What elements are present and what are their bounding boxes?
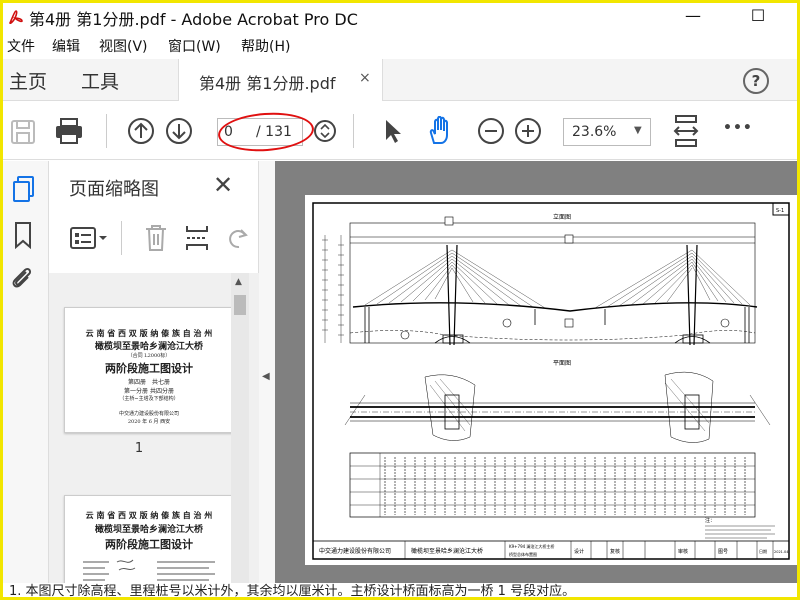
print-icon[interactable] (53, 116, 85, 146)
document-view[interactable]: 立面图 平面图 注： 中交通力建设股份有限公司 橄榄坝至景哈乡澜沧江大桥 K9+… (275, 161, 797, 597)
thumbnail-text: 云 南 省 西 双 版 纳 傣 族 自 治 州 (85, 510, 213, 520)
delete-page-icon[interactable] (143, 223, 169, 253)
page-thumbnails-icon[interactable] (11, 175, 37, 203)
app-window: 第4册 第1分册.pdf - Adobe Acrobat Pro DC — ☐ … (0, 0, 800, 600)
select-cursor-icon[interactable] (381, 116, 405, 146)
thumbnail-text: 2020 年 6 月 西安 (127, 419, 171, 425)
tab-bar: 主页 工具 第4册 第1分册.pdf × ? (3, 59, 797, 101)
maximize-button[interactable]: ☐ (738, 3, 778, 31)
scroll-up-icon[interactable]: ▲ (235, 277, 242, 287)
menu-help[interactable]: 帮助(H) (241, 36, 290, 56)
panel-toolbar (49, 211, 259, 267)
zoom-level-value[interactable]: 23.6% (572, 124, 616, 140)
bookmark-icon[interactable] (13, 221, 33, 249)
thumbnail-text: 两阶段施工图设计 (105, 362, 193, 375)
plan-label: 平面图 (553, 360, 571, 367)
date-value: 2021.04 (774, 550, 789, 554)
menu-bar: 文件 编辑 视图(V) 窗口(W) 帮助(H) (3, 33, 797, 57)
design-label: 设计 (574, 548, 584, 555)
title-bar: 第4册 第1分册.pdf - Adobe Acrobat Pro DC — ☐ (3, 3, 797, 31)
panel-separator (121, 221, 122, 255)
thumbnail-text: 两阶段施工图设计 (105, 538, 193, 551)
sheet-title-line2: 桥型总体布置图 (509, 551, 537, 557)
pdf-page: 立面图 平面图 注： 中交通力建设股份有限公司 橄榄坝至景哈乡澜沧江大桥 K9+… (305, 195, 797, 565)
company-name: 中交通力建设股份有限公司 (319, 547, 391, 555)
thumbnail-scrollbar[interactable]: ▲ ▼ (231, 273, 249, 597)
zoom-in-icon[interactable] (514, 116, 542, 146)
thumbnails-panel: 页面缩略图 ✕ 云 南 省 西 双 版 纳 傣 族 自 治 州 橄榄坝至景哈乡澜… (49, 161, 259, 597)
window-title: 第4册 第1分册.pdf - Adobe Acrobat Pro DC (29, 10, 358, 29)
toolbar: 0 / 131 23.6% ▼ ••• (3, 102, 797, 160)
minimize-button[interactable]: — (673, 3, 713, 31)
minimize-icon: — (685, 6, 701, 25)
zoom-level-field[interactable]: 23.6% ▼ (563, 118, 651, 146)
menu-window[interactable]: 窗口(W) (168, 36, 221, 56)
toolbar-separator (106, 114, 107, 148)
page-stepper-icon[interactable] (313, 116, 337, 146)
menu-view[interactable]: 视图(V) (99, 36, 148, 56)
more-tools-icon[interactable]: ••• (723, 120, 753, 150)
thumbnail-options-icon[interactable] (69, 225, 109, 251)
figure-number-label: 图号 (718, 549, 728, 555)
extract-page-icon[interactable] (183, 223, 211, 253)
thumbnail-list: 云 南 省 西 双 版 纳 傣 族 自 治 州 橄榄坝至景哈乡澜沧江大桥 （合同… (49, 273, 259, 597)
date-label: 日期 (759, 548, 767, 554)
navigation-rail (3, 161, 49, 597)
thumbnail-text: 第四册 共七册 (127, 379, 170, 386)
help-icon[interactable]: ? (743, 68, 769, 94)
previous-page-icon[interactable] (127, 116, 155, 146)
approve-label: 审核 (678, 548, 688, 555)
tab-tools[interactable]: 工具 (81, 67, 119, 94)
maximize-icon: ☐ (750, 6, 766, 25)
save-icon[interactable] (9, 116, 37, 146)
elevation-label: 立面图 (553, 213, 571, 221)
thumbnail-text: （合同 L2000标） (127, 353, 171, 359)
chevron-left-icon[interactable]: ◀ (262, 371, 270, 382)
project-name: 橄榄坝至景哈乡澜沧江大桥 (411, 547, 483, 555)
fit-page-icon[interactable] (671, 114, 701, 147)
thumbnail-text: 中交通力建设股份有限公司 (118, 411, 179, 417)
chevron-down-icon[interactable]: ▼ (634, 125, 642, 136)
zoom-out-icon[interactable] (477, 116, 505, 146)
tab-document[interactable]: 第4册 第1分册.pdf × (178, 59, 383, 101)
page-thumbnail[interactable]: 云 南 省 西 双 版 纳 傣 族 自 治 州 橄榄坝至景哈乡澜沧江大桥 （合同… (64, 307, 234, 433)
thumbnail-text: （主桥~主塔及下部结构） (119, 396, 179, 402)
menu-edit[interactable]: 编辑 (52, 36, 80, 56)
sheet-title-line1: K9+794 澜沧江大桥主桥 (509, 543, 554, 549)
attachment-icon[interactable] (9, 265, 35, 293)
thumbnail-text: 云 南 省 西 双 版 纳 傣 族 自 治 州 (85, 328, 213, 338)
engineering-drawing: 立面图 平面图 注： 中交通力建设股份有限公司 橄榄坝至景哈乡澜沧江大桥 K9+… (312, 202, 790, 560)
acrobat-app-icon (7, 8, 25, 26)
collapse-panel-handle[interactable]: ◀ (259, 161, 275, 597)
review-label: 复核 (610, 548, 620, 555)
hand-tool-icon[interactable] (425, 116, 455, 146)
thumbnail-page-number: 1 (134, 441, 144, 456)
scrollbar-thumb[interactable] (234, 295, 246, 315)
thumbnail-text: 橄榄坝至景哈乡澜沧江大桥 (94, 525, 203, 535)
thumbnail-text: 橄榄坝至景哈乡澜沧江大桥 (94, 342, 203, 352)
close-panel-icon[interactable]: ✕ (213, 171, 233, 199)
thumbnail-text: 第一分册 共四分册 (124, 388, 174, 395)
partial-text-strip: 1. 本图尺寸除高程、里程桩号以米计外，其余均以厘米计。主桥设计桥面标高为一桥 … (3, 583, 797, 597)
close-tab-icon[interactable]: × (359, 70, 371, 86)
tab-home[interactable]: 主页 (9, 67, 47, 94)
drawing-notes-label: 注： (705, 517, 715, 524)
toolbar-separator (353, 114, 354, 148)
next-page-icon[interactable] (165, 116, 193, 146)
menu-file[interactable]: 文件 (7, 36, 35, 56)
tab-document-label: 第4册 第1分册.pdf (199, 74, 336, 93)
rotate-page-icon[interactable] (225, 223, 251, 253)
panel-title: 页面缩略图 (69, 179, 159, 200)
sheet-number: S-1 (776, 208, 784, 214)
